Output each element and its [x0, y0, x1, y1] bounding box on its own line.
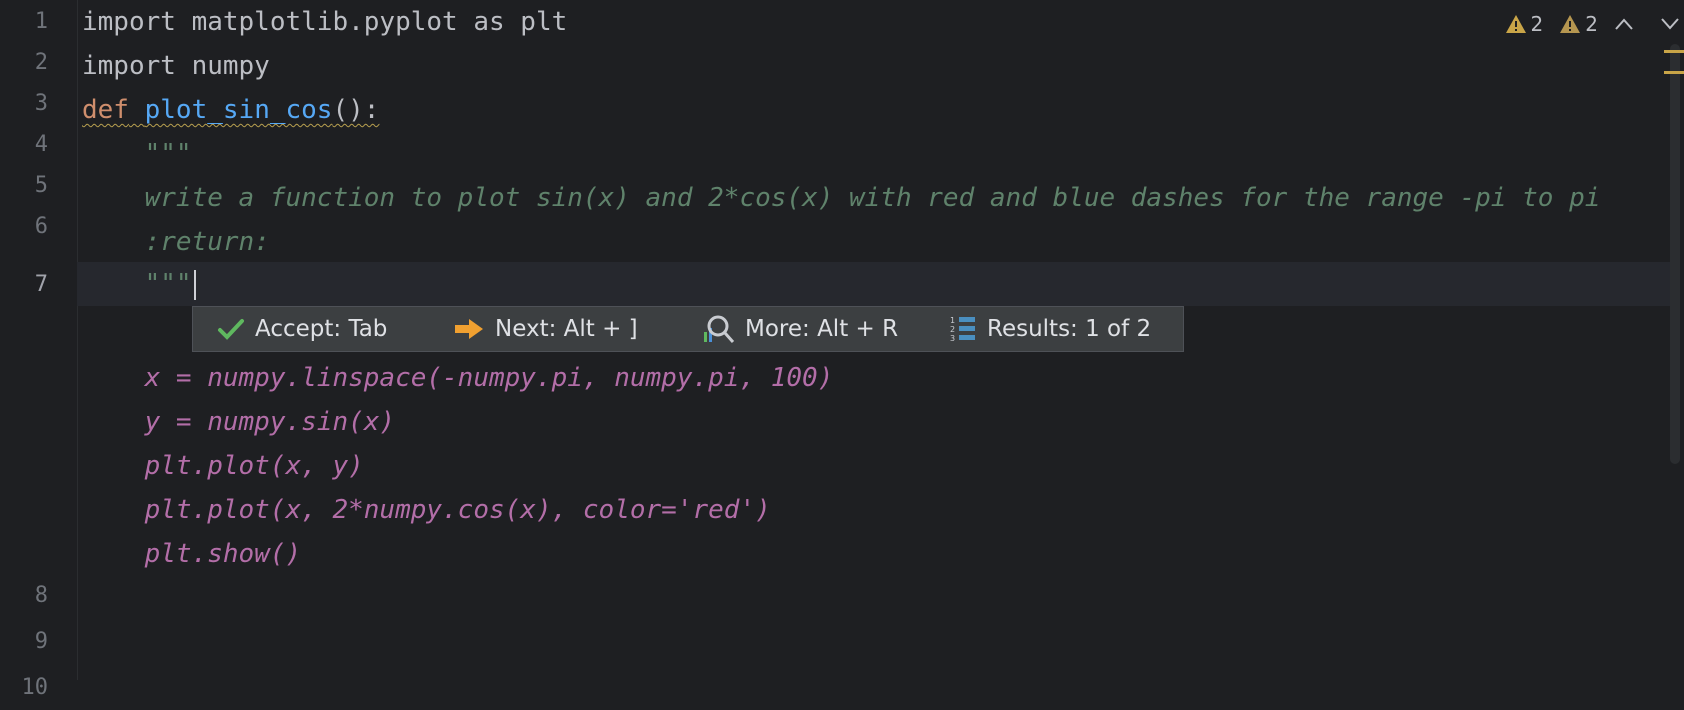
warning-marker[interactable]: [1664, 71, 1684, 74]
svg-text:3: 3: [950, 334, 955, 343]
function-signature-rest: ():: [332, 95, 380, 125]
next-label: Next: Alt + ]: [495, 316, 638, 342]
arrow-right-icon: [455, 319, 483, 339]
code-line-4[interactable]: """: [82, 132, 192, 176]
line-number: 4: [34, 132, 48, 157]
suggestion-line: plt.plot(x, 2*numpy.cos(x), color='red'): [82, 495, 771, 525]
code-line-3[interactable]: def plot_sin_cos():: [82, 88, 379, 132]
warning-marker[interactable]: [1664, 50, 1684, 53]
warning-count-label: 2: [1585, 12, 1598, 36]
results-counter[interactable]: 1 2 3 Results: 1 of 2: [949, 306, 1151, 352]
svg-text:1: 1: [950, 316, 955, 325]
accept-button[interactable]: Accept: Tab: [217, 306, 453, 352]
warning-count-b[interactable]: 2: [1559, 12, 1598, 36]
more-label: More: Alt + R: [745, 316, 899, 342]
code-line-1[interactable]: import matplotlib.pyplot as plt: [82, 0, 567, 44]
suggestion-line: x = numpy.linspace(-numpy.pi, numpy.pi, …: [82, 363, 834, 393]
line-number: 2: [34, 50, 48, 75]
next-button[interactable]: Next: Alt + ]: [453, 306, 701, 352]
line-number: 10: [21, 675, 49, 700]
next-highlight-button[interactable]: [1660, 17, 1684, 31]
line-number: 5: [34, 173, 48, 198]
code-line-7[interactable]: """: [82, 262, 196, 306]
svg-text:2: 2: [950, 325, 955, 334]
line-number: 8: [34, 583, 48, 608]
line-number: 9: [34, 629, 48, 654]
code-line-5[interactable]: write a function to plot sin(x) and 2*co…: [82, 176, 1601, 220]
function-name[interactable]: plot_sin_cos: [145, 95, 333, 125]
line-number-gutter: 1 2 3 4 5 6 7 8 9 10: [0, 0, 78, 700]
inspection-widget: 2 2: [1505, 8, 1684, 40]
code-editor[interactable]: 1 2 3 4 5 6 7 8 9 10 import matplotlib.p…: [0, 0, 1684, 700]
def-keyword: def: [82, 95, 129, 125]
suggestion-line: y = numpy.sin(x): [82, 407, 396, 437]
warning-icon: [1505, 15, 1526, 33]
line-number-current: 7: [34, 272, 48, 297]
results-label: Results: 1 of 2: [987, 316, 1152, 342]
completion-toolbar: Accept: Tab Next: Alt + ] More: Alt + R …: [192, 306, 1184, 352]
code-line-6[interactable]: :return:: [82, 220, 270, 264]
text-cursor: [193, 269, 196, 300]
warning-count-a[interactable]: 2: [1505, 12, 1544, 36]
warning-count-label: 2: [1530, 12, 1544, 36]
vertical-scrollbar[interactable]: [1670, 44, 1680, 464]
docstring-close: """: [82, 269, 192, 299]
check-icon: [218, 319, 244, 340]
line-number: 6: [34, 214, 48, 239]
code-line-2[interactable]: import numpy: [82, 44, 270, 88]
line-number: 3: [34, 91, 48, 116]
previous-highlight-button[interactable]: [1614, 17, 1638, 31]
chevron-down-icon: [1661, 18, 1679, 30]
warning-icon: [1560, 15, 1581, 33]
more-button[interactable]: More: Alt + R: [701, 306, 949, 352]
search-chart-icon: [704, 315, 735, 343]
chevron-up-icon: [1615, 18, 1633, 30]
current-line-highlight: [77, 262, 1672, 306]
line-number: 1: [34, 9, 48, 34]
accept-label: Accept: Tab: [255, 316, 388, 342]
suggestion-line: plt.plot(x, y): [82, 451, 364, 481]
suggestion-line: plt.show(): [82, 539, 302, 569]
numbered-list-icon: 1 2 3: [950, 316, 975, 343]
